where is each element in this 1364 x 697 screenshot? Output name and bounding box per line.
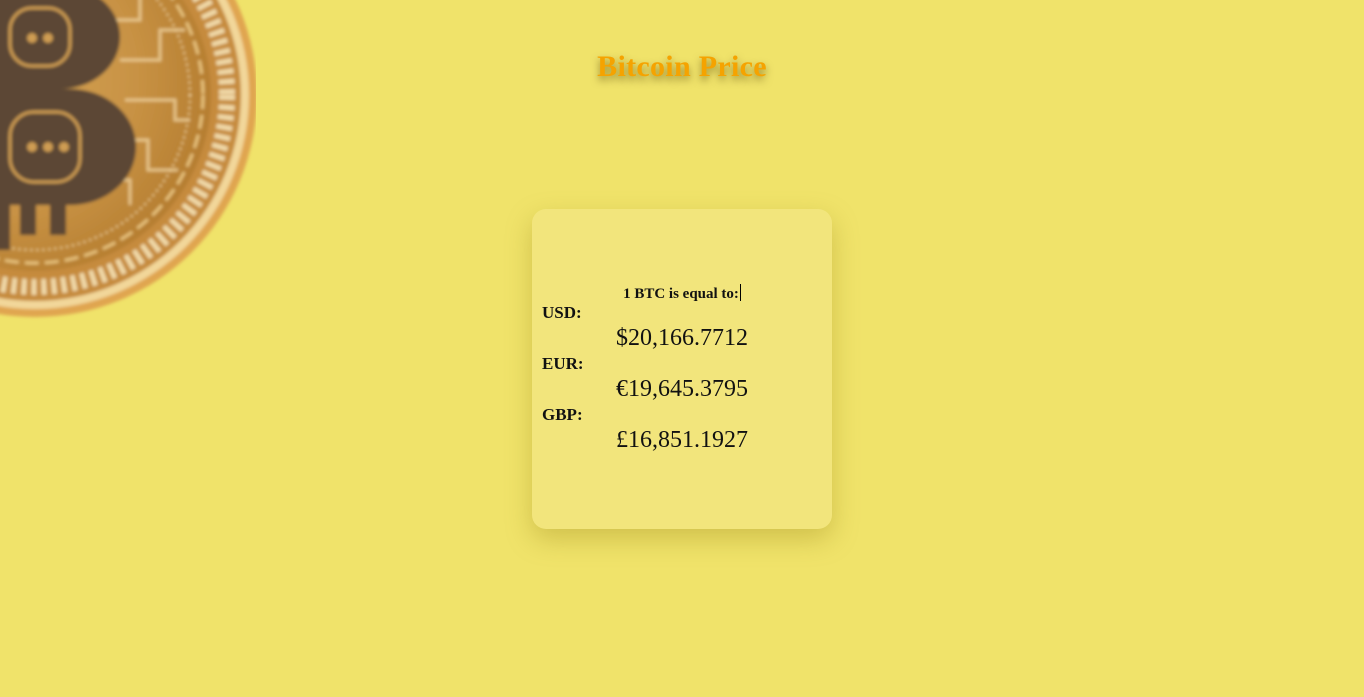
conversion-intro: 1 BTC is equal to: — [532, 284, 832, 303]
conversion-intro-text: 1 BTC is equal to: — [623, 286, 739, 302]
text-cursor — [739, 284, 741, 301]
usd-label: USD: — [542, 303, 582, 322]
page-title: Bitcoin Price — [597, 50, 767, 83]
gbp-value: £16,851.1927 — [616, 427, 748, 453]
eur-value: €19,645.3795 — [616, 376, 748, 402]
page: Bitcoin Price 1 BTC is equal to: USD: $2… — [0, 0, 1364, 697]
gbp-label: GBP: — [542, 405, 583, 424]
price-card: 1 BTC is equal to: USD: $20,166.7712 EUR… — [532, 209, 832, 529]
eur-label: EUR: — [542, 354, 584, 373]
usd-value: $20,166.7712 — [616, 325, 748, 351]
bitcoin-coin-icon — [0, 0, 256, 326]
